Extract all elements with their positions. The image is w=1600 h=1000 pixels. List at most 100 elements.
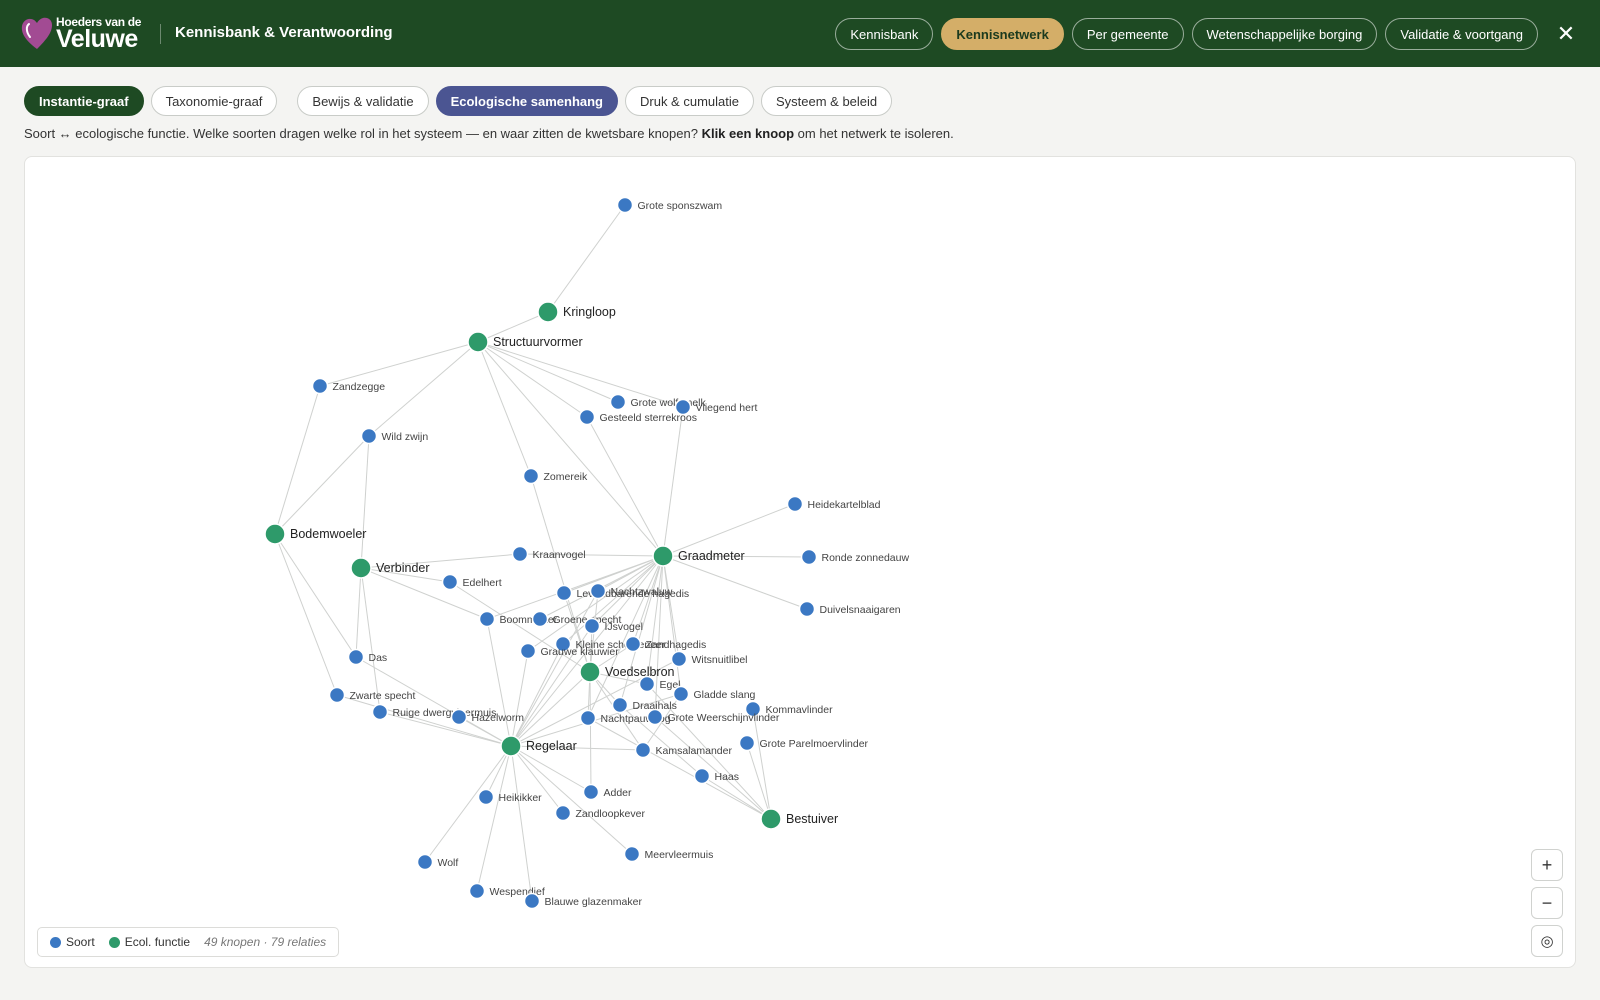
species-node-circle[interactable] — [478, 610, 496, 628]
species-node-circle[interactable] — [611, 696, 629, 714]
species-node-kamsalamander[interactable]: Kamsalamander — [634, 741, 733, 759]
function-node-circle[interactable] — [350, 557, 372, 579]
species-node-circle[interactable] — [371, 703, 389, 721]
species-node-ijsvogel[interactable]: IJsvogel — [583, 617, 644, 635]
species-node-circle[interactable] — [441, 573, 459, 591]
species-node-circle[interactable] — [634, 741, 652, 759]
species-node-circle[interactable] — [800, 548, 818, 566]
nav-per-gemeente[interactable]: Per gemeente — [1071, 18, 1184, 50]
species-node-grote-weerschijnvlinder[interactable]: Grote Weerschijnvlinder — [646, 708, 780, 726]
species-node-heikikker[interactable]: Heikikker — [477, 788, 543, 806]
species-node-circle[interactable] — [693, 767, 711, 785]
species-node-zomereik[interactable]: Zomereik — [522, 467, 589, 485]
function-node-circle[interactable] — [500, 735, 522, 757]
species-node-haas[interactable]: Haas — [693, 767, 740, 785]
species-node-heidekartelblad[interactable]: Heidekartelblad — [786, 495, 881, 513]
species-node-circle[interactable] — [511, 545, 529, 563]
function-node-circle[interactable] — [579, 661, 601, 683]
species-node-circle[interactable] — [468, 882, 486, 900]
species-node-circle[interactable] — [738, 734, 756, 752]
species-node-circle[interactable] — [328, 686, 346, 704]
function-node-bodemwoeler[interactable]: Bodemwoeler — [264, 523, 366, 545]
species-node-circle[interactable] — [360, 427, 378, 445]
species-node-circle[interactable] — [477, 788, 495, 806]
species-node-zwarte-specht[interactable]: Zwarte specht — [328, 686, 416, 704]
tab-druk-cumulatie[interactable]: Druk & cumulatie — [625, 86, 754, 116]
species-node-circle[interactable] — [416, 853, 434, 871]
species-node-grote-parelmoervlinder[interactable]: Grote Parelmoervlinder — [738, 734, 869, 752]
species-node-circle[interactable] — [347, 648, 365, 666]
view-tabs: Instantie-graaf Taxonomie-graaf Bewijs &… — [24, 86, 893, 116]
tab-taxonomie-graaf[interactable]: Taxonomie-graaf — [150, 86, 278, 116]
tab-systeem-beleid[interactable]: Systeem & beleid — [760, 86, 893, 116]
species-node-gesteeld-sterrekroos[interactable]: Gesteeld sterrekroos — [578, 408, 697, 426]
species-node-circle[interactable] — [624, 635, 642, 653]
nav-kennisbank[interactable]: Kennisbank — [835, 18, 934, 50]
species-node-edelhert[interactable]: Edelhert — [441, 573, 502, 591]
species-node-adder[interactable]: Adder — [582, 783, 633, 801]
species-node-wild-zwijn[interactable]: Wild zwijn — [360, 427, 429, 445]
species-node-circle[interactable] — [311, 377, 329, 395]
function-dot-icon — [108, 936, 120, 948]
species-node-meervleermuis[interactable]: Meervleermuis — [623, 845, 714, 863]
species-node-circle[interactable] — [523, 892, 541, 910]
function-node-regelaar[interactable]: Regelaar — [500, 735, 577, 757]
species-node-hazelworm[interactable]: Hazelworm — [450, 708, 525, 726]
minus-icon[interactable]: − — [1531, 887, 1563, 919]
brand-logo[interactable]: Hoeders van de Veluwe — [20, 14, 148, 54]
species-node-circle[interactable] — [522, 467, 540, 485]
species-node-duivelsnaaigaren[interactable]: Duivelsnaaigaren — [798, 600, 901, 618]
species-node-draaihals[interactable]: Draaihals — [611, 696, 677, 714]
species-node-witsnuitlibel[interactable]: Witsnuitlibel — [670, 650, 748, 668]
species-node-grote-sponszwam[interactable]: Grote sponszwam — [616, 196, 723, 214]
species-node-circle[interactable] — [609, 393, 627, 411]
species-node-nachtzwaluw[interactable]: Nachtzwaluw — [589, 582, 673, 600]
species-node-kraanvogel[interactable]: Kraanvogel — [511, 545, 586, 563]
species-node-circle[interactable] — [798, 600, 816, 618]
function-node-bestuiver[interactable]: Bestuiver — [760, 808, 838, 830]
species-node-circle[interactable] — [646, 708, 664, 726]
nav-wetenschappelijke-borging[interactable]: Wetenschappelijke borging — [1191, 18, 1378, 50]
function-node-verbinder[interactable]: Verbinder — [350, 557, 430, 579]
close-icon[interactable]: ✕ — [1552, 20, 1580, 48]
species-node-circle[interactable] — [583, 617, 601, 635]
tab-ecologische-samenhang[interactable]: Ecologische samenhang — [435, 86, 618, 116]
function-node-circle[interactable] — [467, 331, 489, 353]
function-node-graadmeter[interactable]: Graadmeter — [652, 545, 745, 567]
species-node-circle[interactable] — [519, 642, 537, 660]
node-label: IJsvogel — [605, 621, 644, 633]
tab-instantie-graaf[interactable]: Instantie-graaf — [24, 86, 144, 116]
function-node-circle[interactable] — [537, 301, 559, 323]
species-node-grote-wolfsmelk[interactable]: Grote wolfsmelk — [609, 393, 707, 411]
species-node-ronde-zonnedauw[interactable]: Ronde zonnedauw — [800, 548, 910, 566]
species-node-wolf[interactable]: Wolf — [416, 853, 459, 871]
species-node-circle[interactable] — [531, 610, 549, 628]
species-node-circle[interactable] — [579, 709, 597, 727]
species-node-circle[interactable] — [616, 196, 634, 214]
ecological-network-graph[interactable]: Grote sponszwam Zandzegge Wild zwijn Grote … — [25, 157, 1576, 968]
species-node-circle[interactable] — [623, 845, 641, 863]
function-node-circle[interactable] — [652, 545, 674, 567]
species-node-das[interactable]: Das — [347, 648, 388, 666]
species-node-circle[interactable] — [554, 804, 572, 822]
nav-validatie-voortgang[interactable]: Validatie & voortgang — [1385, 18, 1538, 50]
plus-icon[interactable]: + — [1531, 849, 1563, 881]
function-node-kringloop[interactable]: Kringloop — [537, 301, 616, 323]
species-node-zandloopkever[interactable]: Zandloopkever — [554, 804, 646, 822]
species-node-circle[interactable] — [582, 783, 600, 801]
species-node-circle[interactable] — [786, 495, 804, 513]
species-node-circle[interactable] — [555, 584, 573, 602]
target-icon[interactable]: ◎ — [1531, 925, 1563, 957]
tab-bewijs-validatie[interactable]: Bewijs & validatie — [297, 86, 429, 116]
species-node-circle[interactable] — [589, 582, 607, 600]
function-node-structuurvormer[interactable]: Structuurvormer — [467, 331, 583, 353]
function-node-circle[interactable] — [264, 523, 286, 545]
nav-kennisnetwerk[interactable]: Kennisnetwerk — [941, 18, 1064, 50]
graph-edge — [510, 643, 564, 747]
species-node-circle[interactable] — [578, 408, 596, 426]
function-node-circle[interactable] — [760, 808, 782, 830]
species-node-zandhagedis[interactable]: Zandhagedis — [624, 635, 707, 653]
species-node-gladde-slang[interactable]: Gladde slang — [672, 685, 756, 703]
species-node-zandzegge[interactable]: Zandzegge — [311, 377, 386, 395]
species-node-circle[interactable] — [450, 708, 468, 726]
